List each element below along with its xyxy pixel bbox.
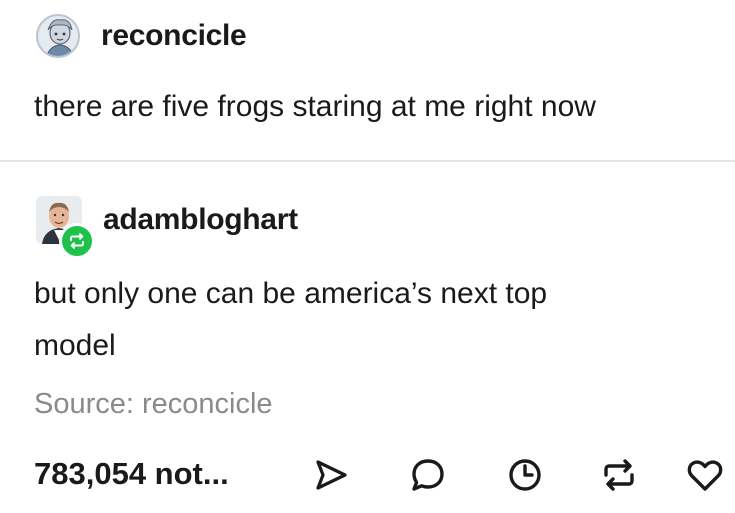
username[interactable]: adambloghart: [103, 203, 298, 237]
reblog-badge-icon: [70, 233, 84, 249]
reblog-button[interactable]: [598, 454, 640, 496]
share-icon: [316, 460, 347, 490]
like-icon: [687, 460, 723, 491]
source-link[interactable]: Source: reconcicle: [34, 388, 273, 421]
reply-button[interactable]: [407, 454, 449, 496]
clock-icon: [509, 459, 541, 491]
username[interactable]: reconcicle: [101, 19, 247, 53]
share-button[interactable]: [310, 454, 352, 496]
avatar[interactable]: [36, 14, 80, 58]
notes-count[interactable]: 783,054 not...: [34, 456, 229, 492]
divider: [0, 160, 735, 162]
reblog-text-line-1: but only one can be america’s next top: [34, 277, 548, 310]
illustrated-avatar-icon: [38, 16, 78, 56]
reblog-text-line-2: model: [34, 329, 116, 362]
like-button[interactable]: [684, 454, 726, 496]
post-footer: 783,054 not...: [0, 448, 735, 498]
reblog-icon: [604, 459, 634, 491]
reblog-badge: [59, 223, 95, 259]
post-text: there are five frogs staring at me right…: [34, 90, 596, 123]
reply-icon: [412, 459, 444, 491]
schedule-button[interactable]: [504, 454, 546, 496]
